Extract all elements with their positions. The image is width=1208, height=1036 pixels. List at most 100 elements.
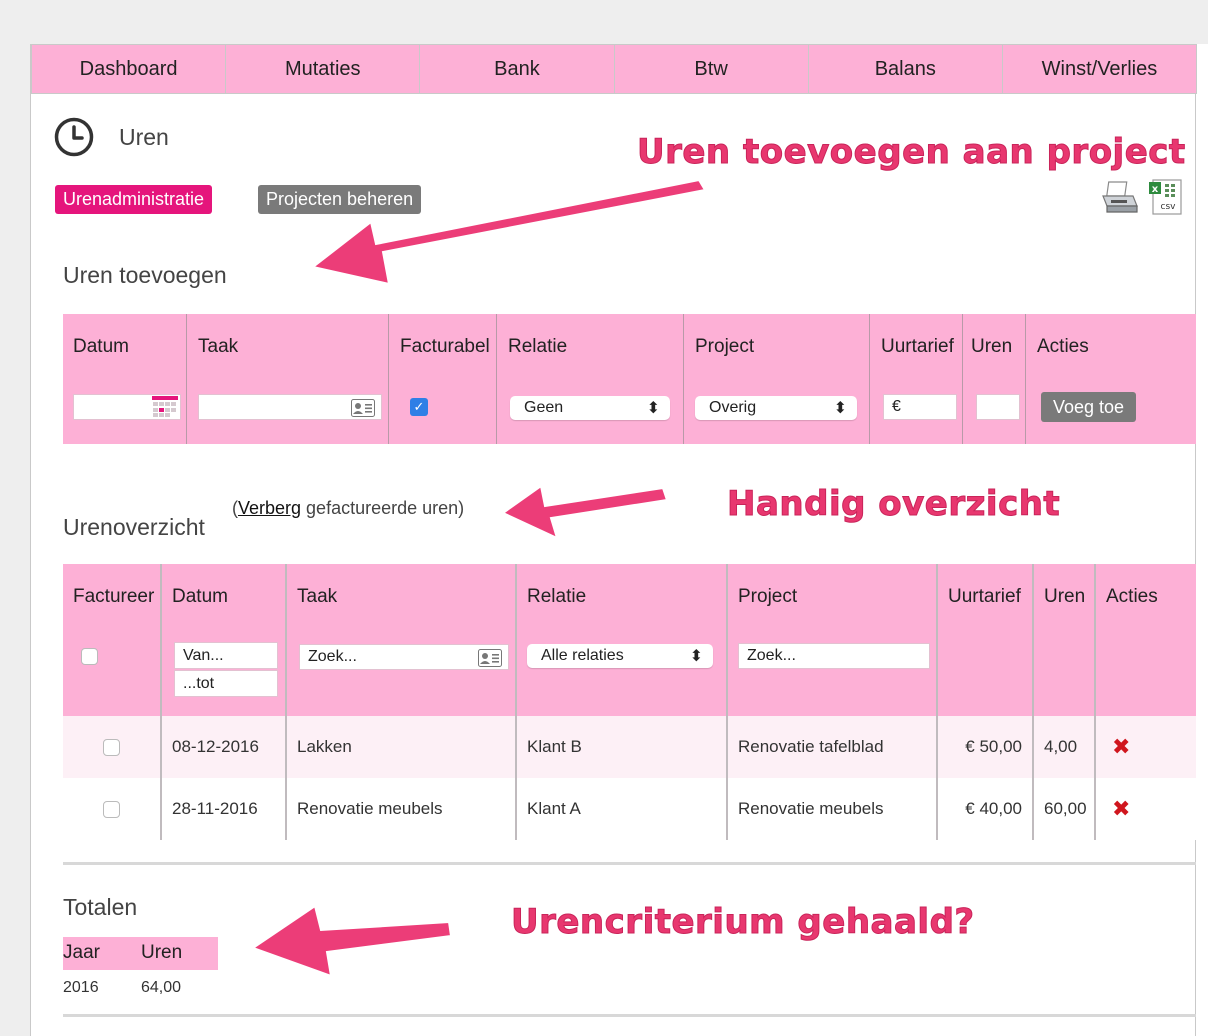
- page-title: Uren: [119, 123, 169, 150]
- date-from-input[interactable]: Van...: [174, 642, 278, 669]
- totals-title: Totalen: [63, 894, 138, 920]
- hcol-datum: Datum Van... ...tot: [162, 564, 286, 716]
- add-hours-button[interactable]: Voeg toe: [1041, 392, 1137, 422]
- col-label-uurtarief: Uurtarief: [881, 336, 954, 357]
- relation-filter-select[interactable]: Alle relaties ⬍: [527, 644, 713, 668]
- totals-uren-value: 64,00: [141, 979, 182, 996]
- nav-bank[interactable]: Bank: [420, 45, 615, 93]
- cell-uren: 60,00: [1044, 799, 1087, 818]
- column-divider: [160, 564, 162, 840]
- rate-input[interactable]: €: [883, 394, 957, 420]
- totals-col-jaar: Jaar: [63, 942, 100, 963]
- column-divider: [936, 564, 938, 840]
- divider: [63, 1014, 1196, 1017]
- col-uurtarief: Uurtarief €: [871, 314, 963, 444]
- hlabel-factureer: Factureer: [73, 586, 155, 607]
- contact-card-icon: [351, 399, 375, 417]
- date-to-input[interactable]: ...tot: [174, 670, 278, 697]
- page-container: Dashboard Mutaties Bank Btw Balans Winst…: [30, 44, 1197, 1036]
- table-row: 08-12-2016 Lakken Klant B Renovatie tafe…: [63, 716, 1196, 778]
- nav-balans[interactable]: Balans: [809, 45, 1003, 93]
- cell-uren: 4,00: [1044, 737, 1078, 756]
- col-relatie: Relatie Geen ⬍: [498, 314, 684, 444]
- euro-prefix: €: [892, 398, 901, 415]
- cell-datum: 08-12-2016: [172, 737, 259, 756]
- tab-urenadministratie[interactable]: Urenadministratie: [55, 185, 213, 214]
- hcol-factureer: Factureer: [63, 564, 160, 716]
- task-input[interactable]: [198, 394, 382, 420]
- row-checkbox[interactable]: [103, 800, 120, 818]
- col-label-datum: Datum: [73, 336, 129, 357]
- arrow-criterion: [250, 904, 453, 978]
- hours-input[interactable]: [976, 394, 1020, 420]
- col-label-facturabel: Facturabel: [400, 336, 490, 357]
- date-from-placeholder: Van...: [183, 646, 224, 664]
- col-label-uren: Uren: [971, 336, 1013, 357]
- main-nav: Dashboard Mutaties Bank Btw Balans Winst…: [31, 44, 1197, 94]
- hcol-uren: Uren: [1034, 564, 1094, 716]
- project-select[interactable]: Overig ⬍: [695, 396, 857, 420]
- col-acties: Acties Voeg toe: [1027, 314, 1196, 444]
- hcol-project: Project Zoek...: [728, 564, 936, 716]
- col-project: Project Overig ⬍: [685, 314, 870, 444]
- column-divider: [1094, 564, 1096, 840]
- nav-mutaties[interactable]: Mutaties: [226, 45, 421, 93]
- hlabel-taak: Taak: [297, 586, 338, 607]
- col-label-project: Project: [695, 336, 755, 357]
- hcol-uurtarief: Uurtarief: [938, 564, 1032, 716]
- project-select-value: Overig: [709, 399, 757, 416]
- relation-select-value: Geen: [524, 399, 564, 416]
- project-search-placeholder: Zoek...: [747, 647, 796, 664]
- add-hours-form: Datum Taak Facturabel ✓ Relatie Geen ⬍ P…: [63, 314, 1196, 444]
- hlabel-uurtarief: Uurtarief: [948, 586, 1021, 607]
- hlabel-datum: Datum: [172, 586, 228, 607]
- task-search-placeholder: Zoek...: [308, 648, 357, 665]
- divider: [63, 862, 1196, 865]
- select-arrows-icon: ⬍: [646, 400, 660, 417]
- overview-header: Factureer Datum Van... ...tot Taak Zoek.…: [63, 564, 1196, 716]
- relation-select[interactable]: Geen ⬍: [510, 396, 670, 420]
- select-arrows-icon: ⬍: [833, 400, 847, 417]
- col-taak: Taak: [188, 314, 389, 444]
- hcol-relatie: Relatie Alle relaties ⬍: [517, 564, 727, 716]
- row-checkbox[interactable]: [103, 738, 120, 756]
- calendar-icon[interactable]: [152, 396, 178, 418]
- printer-icon[interactable]: [1099, 180, 1139, 216]
- column-divider: [1032, 564, 1034, 840]
- contact-card-icon: [478, 649, 502, 667]
- date-input[interactable]: [73, 394, 181, 420]
- hlabel-relatie: Relatie: [527, 586, 587, 607]
- cell-uurtarief: € 40,00: [965, 799, 1022, 818]
- hcol-taak: Taak Zoek...: [287, 564, 515, 716]
- annotation-add-hours: Uren toevoegen aan project: [637, 132, 1186, 173]
- task-search-input[interactable]: Zoek...: [299, 644, 509, 670]
- cell-relatie: Klant A: [527, 799, 581, 818]
- hlabel-acties: Acties: [1106, 586, 1158, 607]
- col-facturabel: Facturabel ✓: [390, 314, 497, 444]
- nav-btw[interactable]: Btw: [615, 45, 809, 93]
- column-divider: [285, 564, 287, 840]
- nav-dashboard[interactable]: Dashboard: [32, 45, 227, 93]
- delete-icon[interactable]: ✖: [1112, 796, 1130, 822]
- csv-export-icon[interactable]: x csv: [1147, 178, 1185, 216]
- col-label-relatie: Relatie: [508, 336, 568, 357]
- project-search-input[interactable]: Zoek...: [738, 643, 930, 669]
- hide-note-suffix: gefactureerde uren): [301, 498, 465, 518]
- delete-icon[interactable]: ✖: [1112, 734, 1130, 760]
- clock-icon: [54, 117, 94, 157]
- select-all-checkbox[interactable]: [81, 648, 98, 665]
- left-background: [0, 0, 30, 1036]
- hcol-acties: Acties: [1096, 564, 1196, 716]
- hlabel-uren: Uren: [1044, 586, 1086, 607]
- arrow-overview: [501, 484, 669, 540]
- overview-title: Urenoverzicht: [63, 514, 205, 540]
- tab-projecten-beheren[interactable]: Projecten beheren: [258, 185, 422, 214]
- facturabel-checkbox[interactable]: ✓: [410, 398, 428, 416]
- totals-jaar-value: 2016: [63, 979, 99, 996]
- hide-invoiced-link[interactable]: Verberg: [238, 498, 301, 518]
- col-uren: Uren: [964, 314, 1026, 444]
- add-hours-title: Uren toevoegen: [63, 262, 227, 288]
- cell-project: Renovatie tafelblad: [738, 737, 884, 756]
- annotation-criterion: Urencriterium gehaald?: [511, 902, 975, 943]
- nav-winst-verlies[interactable]: Winst/Verlies: [1003, 45, 1196, 93]
